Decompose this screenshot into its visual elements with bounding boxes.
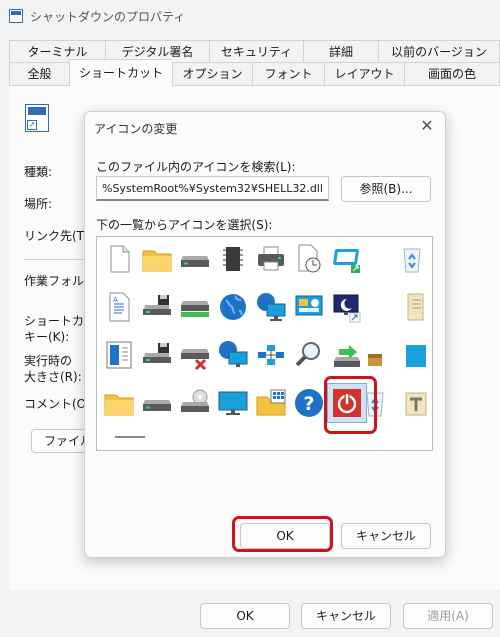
icon-list[interactable]: A ? (96, 236, 433, 451)
document-clock-icon[interactable] (290, 240, 328, 278)
control-panel-icon[interactable] (290, 288, 328, 326)
folder-grid-icon[interactable] (252, 384, 290, 422)
globe-icon[interactable] (214, 288, 252, 326)
apply-button[interactable]: 適用(A) (403, 603, 493, 629)
close-icon[interactable]: ✕ (417, 116, 437, 136)
monitor-icon[interactable] (214, 384, 252, 422)
toolbox-icon[interactable] (393, 384, 431, 422)
label-type: 種類: (24, 165, 53, 179)
search-file-label: このファイル内のアイコンを検索(L): (96, 160, 296, 174)
network-icon[interactable] (252, 336, 290, 374)
tab-options[interactable]: オプション (172, 62, 252, 86)
label-location: 場所: (24, 197, 53, 211)
dialog-cancel-button[interactable]: キャンセル (341, 523, 431, 549)
folder-icon[interactable] (100, 384, 138, 422)
drive-icon[interactable] (176, 240, 214, 278)
dialog-title: アイコンの変更 (94, 122, 178, 136)
recycle-bin-full-icon[interactable] (356, 384, 394, 422)
shortcut-file-icon: ↗ (25, 104, 49, 132)
tab-general[interactable]: 全般 (9, 62, 69, 86)
magnifier-icon[interactable] (290, 336, 328, 374)
window-document-icon[interactable] (100, 336, 138, 374)
moon-monitor-icon[interactable] (328, 288, 366, 326)
help-icon[interactable]: ? (290, 384, 328, 422)
text-document-icon[interactable]: A (100, 288, 138, 326)
network-globe-icon[interactable] (252, 288, 290, 326)
tab-details[interactable]: 詳細 (303, 40, 378, 64)
icon-file-path-input[interactable] (96, 176, 329, 201)
ok-button[interactable]: OK (200, 603, 290, 629)
label-target: リンク先(T): (24, 229, 93, 243)
dialog-ok-button[interactable]: OK (240, 523, 330, 549)
svg-text:A: A (113, 296, 118, 304)
icon-list-label: 下の一覧からアイコンを選択(S): (96, 218, 273, 232)
tab-shortcut[interactable]: ショートカット (69, 59, 172, 86)
tab-previous-versions[interactable]: 以前のバージョン (378, 40, 500, 64)
folder-file-icon[interactable] (393, 288, 431, 326)
floppy-drive-icon[interactable] (138, 336, 176, 374)
drive-error-icon[interactable] (176, 336, 214, 374)
window-title: シャットダウンのプロパティ (30, 10, 186, 24)
window-icon[interactable] (328, 240, 366, 278)
tab-row-2: 全般 ショートカット オプション フォント レイアウト 画面の色 (9, 59, 500, 86)
horizontal-scrollbar[interactable] (115, 436, 145, 438)
drive-icon[interactable] (138, 384, 176, 422)
divider (24, 259, 84, 260)
change-icon-dialog: アイコンの変更 ✕ このファイル内のアイコンを検索(L): 参照(B)... 下… (84, 111, 446, 558)
recycle-bin-icon[interactable] (393, 240, 431, 278)
folder-icon[interactable] (138, 240, 176, 278)
cancel-button[interactable]: キャンセル (301, 603, 391, 629)
printer-icon[interactable] (252, 240, 290, 278)
chip-icon[interactable] (214, 240, 252, 278)
shortcut-app-icon (9, 9, 23, 23)
title-bar: シャットダウンのプロパティ (0, 0, 500, 34)
box-icon[interactable] (356, 336, 394, 374)
tab-security[interactable]: セキュリティ (209, 40, 303, 64)
svg-text:?: ? (303, 393, 314, 415)
tab-font[interactable]: フォント (252, 62, 324, 86)
open-file-location-button[interactable]: ファイルの場所を開く(F) (31, 429, 91, 453)
tab-screen-colors[interactable]: 画面の色 (404, 62, 500, 86)
tab-layout[interactable]: レイアウト (324, 62, 404, 86)
globe-monitor-icon[interactable] (214, 336, 252, 374)
document-icon[interactable] (100, 240, 138, 278)
browse-button[interactable]: 参照(B)... (341, 176, 431, 202)
drive-green-icon[interactable] (176, 288, 214, 326)
cyan-tile-icon[interactable] (393, 336, 431, 374)
floppy-drive-icon[interactable] (138, 288, 176, 326)
label-run-size: 実行時の 大きさ(R): (24, 354, 82, 384)
cd-drive-icon[interactable] (176, 384, 214, 422)
